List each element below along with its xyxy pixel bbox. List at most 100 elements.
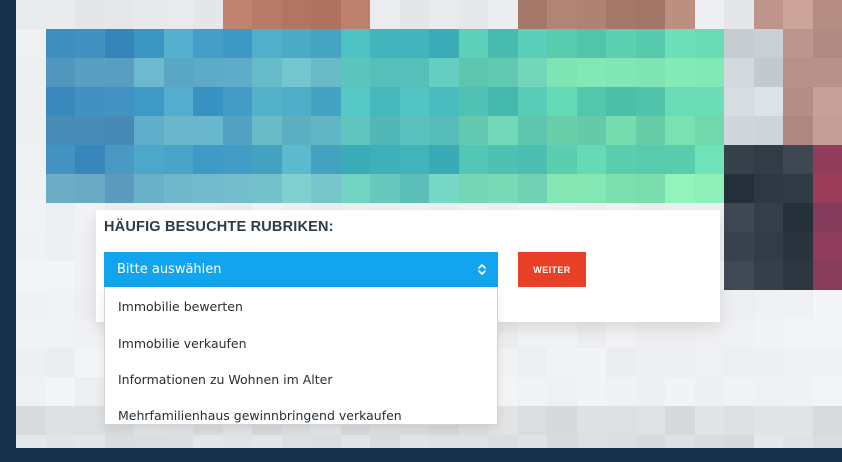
mosaic-tile [45,145,75,174]
mosaic-tile [193,58,223,87]
mosaic-tile [16,406,46,435]
select-selected-value: Bitte auswählen [117,262,222,277]
mosaic-tile [812,319,842,348]
mosaic-tile [16,29,46,58]
mosaic-tile [753,290,783,319]
mosaic-tile [252,0,282,29]
mosaic-tile [163,58,193,87]
dropdown-option[interactable]: Informationen zu Wohnen im Alter [105,361,497,397]
mosaic-tile [783,0,813,29]
mosaic-tile [635,319,665,348]
mosaic-tile [812,435,842,448]
mosaic-tile [45,348,75,377]
mosaic-tile [370,87,400,116]
mosaic-tile [783,29,813,58]
mosaic-tile [222,145,252,174]
mosaic-tile [399,0,429,29]
mosaic-tile [252,87,282,116]
mosaic-tile [75,377,105,406]
mosaic-tile [812,58,842,87]
mosaic-tile [340,87,370,116]
mosaic-tile [547,87,577,116]
mosaic-tile [104,0,134,29]
mosaic-tile [517,348,547,377]
mosaic-tile [724,58,754,87]
mosaic-tile [458,174,488,203]
section-title: HÄUFIG BESUCHTE RUBRIKEN: [104,219,334,235]
mosaic-tile [783,319,813,348]
mosaic-tile [576,435,606,448]
mosaic-tile [222,0,252,29]
mosaic-tile [45,203,75,232]
mosaic-tile [576,145,606,174]
dropdown-option[interactable]: Immobilie bewerten [105,287,497,325]
mosaic-tile [724,348,754,377]
mosaic-tile [45,0,75,29]
mosaic-tile [606,145,636,174]
mosaic-tile [724,29,754,58]
mosaic-tile [606,348,636,377]
mosaic-tile [340,0,370,29]
mosaic-tile [16,0,46,29]
dropdown-option[interactable]: Mehrfamilienhaus gewinnbringend verkaufe… [105,397,497,424]
mosaic-tile [517,116,547,145]
mosaic-tile [694,116,724,145]
mosaic-tile [429,0,459,29]
mosaic-tile [606,319,636,348]
mosaic-tile [75,87,105,116]
mosaic-tile [193,87,223,116]
mosaic-tile [665,348,695,377]
mosaic-tile [724,261,754,290]
mosaic-tile [193,0,223,29]
weiter-button[interactable]: WEITER [518,252,586,287]
mosaic-tile [753,377,783,406]
mosaic-tile [488,174,518,203]
mosaic-tile [694,87,724,116]
rubrik-select[interactable]: Bitte auswählen [104,252,498,287]
mosaic-tile [281,116,311,145]
mosaic-tile [370,435,400,448]
mosaic-tile [635,29,665,58]
mosaic-tile [45,29,75,58]
mosaic-tile [517,145,547,174]
mosaic-tile [458,145,488,174]
mosaic-tile [547,377,577,406]
mosaic-tile [311,435,341,448]
mosaic-tile [665,87,695,116]
mosaic-tile [16,377,46,406]
mosaic-tile [753,29,783,58]
mosaic-tile [311,87,341,116]
dropdown-option[interactable]: Immobilie verkaufen [105,325,497,361]
mosaic-tile [45,290,75,319]
mosaic-tile [75,29,105,58]
mosaic-tile [753,87,783,116]
mosaic-tile [16,232,46,261]
mosaic-tile [75,319,105,348]
mosaic-tile [16,87,46,116]
mosaic-tile [547,29,577,58]
mosaic-tile [576,377,606,406]
mosaic-tile [16,116,46,145]
mosaic-tile [812,348,842,377]
mosaic-tile [665,116,695,145]
mosaic-tile [429,58,459,87]
mosaic-tile [724,116,754,145]
mosaic-tile [517,29,547,58]
mosaic-tile [783,290,813,319]
mosaic-tile [429,174,459,203]
mosaic-tile [812,232,842,261]
mosaic-tile [16,203,46,232]
mosaic-tile [281,87,311,116]
mosaic-tile [753,435,783,448]
mosaic-tile [517,377,547,406]
mosaic-tile [665,145,695,174]
mosaic-tile [783,116,813,145]
mosaic-tile [547,406,577,435]
mosaic-tile [606,58,636,87]
mosaic-tile [517,435,547,448]
chevron-up-down-icon [478,264,486,275]
mosaic-tile [517,406,547,435]
mosaic-tile [783,203,813,232]
mosaic-tile [812,406,842,435]
mosaic-tile [783,261,813,290]
